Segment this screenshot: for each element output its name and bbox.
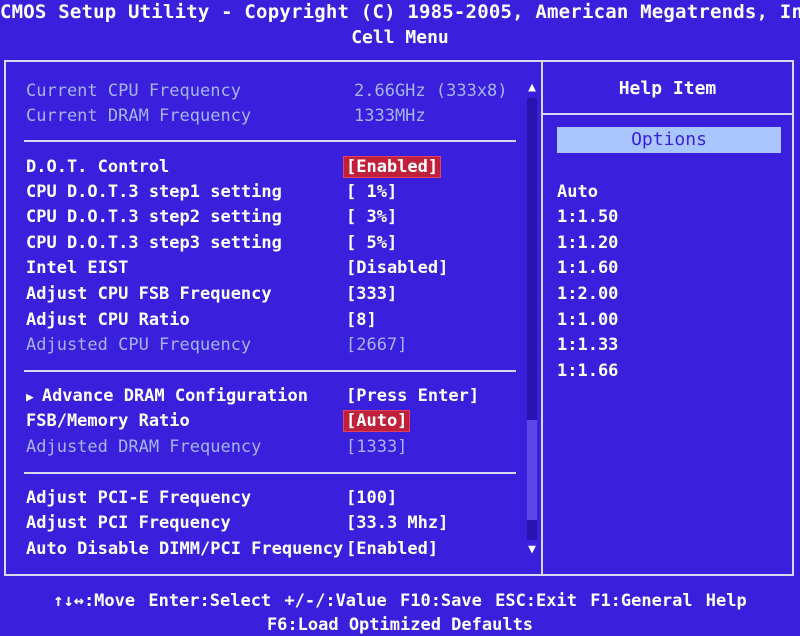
- value-cpu-fsb-frequency[interactable]: [333]: [346, 282, 397, 306]
- section-divider: [24, 472, 516, 474]
- value-adjusted-cpu-frequency: [2667]: [346, 335, 408, 355]
- value-dot3-step2[interactable]: [ 3%]: [346, 205, 397, 229]
- panel-divider: [541, 60, 543, 576]
- value-cpu-ratio[interactable]: [8]: [346, 308, 377, 332]
- setting-dot3-step3[interactable]: CPU D.O.T.3 step3 setting: [26, 231, 282, 255]
- option-item[interactable]: 1:2.00: [557, 282, 618, 306]
- current-dram-frequency-value: 1333MHz: [354, 106, 426, 126]
- value-intel-eist[interactable]: [Disabled]: [346, 256, 448, 280]
- option-item[interactable]: 1:1.50: [557, 205, 618, 229]
- setting-cpu-ratio[interactable]: Adjust CPU Ratio: [26, 308, 190, 332]
- option-item[interactable]: 1:1.66: [557, 359, 618, 383]
- help-divider: [543, 113, 792, 115]
- value-dot-control[interactable]: [Enabled]: [344, 155, 441, 179]
- fsb-memory-ratio-value-text[interactable]: [Auto]: [344, 411, 410, 431]
- value-adjusted-dram-frequency: [1333]: [346, 437, 408, 457]
- setting-cpu-fsb-frequency[interactable]: Adjust CPU FSB Frequency: [26, 282, 272, 306]
- value-pci-frequency[interactable]: [33.3 Mhz]: [346, 511, 448, 535]
- arrow-down-icon[interactable]: ▼: [524, 542, 540, 558]
- menu-title: Cell Menu: [351, 27, 449, 48]
- value-fsb-memory-ratio[interactable]: [Auto]: [344, 409, 410, 433]
- triangle-right-icon: ▶: [26, 390, 34, 405]
- option-item[interactable]: Auto: [557, 180, 598, 204]
- section-divider: [24, 370, 516, 372]
- help-item-title: Help Item: [618, 78, 717, 99]
- current-cpu-frequency-label: Current CPU Frequency: [26, 81, 241, 101]
- load-defaults-hint: F6:Load Optimized Defaults: [266, 615, 534, 635]
- setting-dot3-step1[interactable]: CPU D.O.T.3 step1 setting: [26, 180, 282, 204]
- key-help-bar: ↑↓↔:Move Enter:Select +/-/:Value F10:Sav…: [53, 591, 747, 611]
- setting-intel-eist[interactable]: Intel EIST: [26, 256, 128, 280]
- value-dot3-step1[interactable]: [ 1%]: [346, 180, 397, 204]
- scrollbar-thumb[interactable]: [527, 420, 537, 520]
- option-item[interactable]: 1:1.33: [557, 333, 618, 357]
- value-advance-dram-configuration[interactable]: [Press Enter]: [346, 384, 479, 408]
- option-item[interactable]: 1:1.20: [557, 231, 618, 255]
- option-item[interactable]: 1:1.60: [557, 256, 618, 280]
- arrow-up-icon[interactable]: ▲: [524, 80, 540, 96]
- current-dram-frequency-label: Current DRAM Frequency: [26, 106, 252, 126]
- setting-dot-control[interactable]: D.O.T. Control: [26, 155, 169, 179]
- setting-auto-disable-dimm-pci[interactable]: Auto Disable DIMM/PCI Frequency: [26, 537, 343, 561]
- option-item[interactable]: 1:1.00: [557, 308, 618, 332]
- value-dot3-step3[interactable]: [ 5%]: [346, 231, 397, 255]
- setting-adjusted-cpu-frequency: Adjusted CPU Frequency: [26, 335, 252, 355]
- setting-adjusted-dram-frequency: Adjusted DRAM Frequency: [26, 437, 262, 457]
- dot-control-value-text[interactable]: [Enabled]: [344, 157, 441, 177]
- setting-pcie-frequency[interactable]: Adjust PCI-E Frequency: [26, 486, 251, 510]
- options-header: Options: [557, 127, 781, 153]
- value-pcie-frequency[interactable]: [100]: [346, 486, 397, 510]
- setting-fsb-memory-ratio[interactable]: FSB/Memory Ratio: [26, 409, 190, 433]
- setting-dot3-step2[interactable]: CPU D.O.T.3 step2 setting: [26, 205, 282, 229]
- submenu-advance-dram-configuration[interactable]: ▶ Advance DRAM Configuration: [26, 384, 308, 410]
- section-divider: [24, 140, 516, 142]
- setting-pci-frequency[interactable]: Adjust PCI Frequency: [26, 511, 231, 535]
- value-auto-disable-dimm-pci[interactable]: [Enabled]: [346, 537, 438, 561]
- current-cpu-frequency-value: 2.66GHz (333x8): [354, 81, 508, 101]
- window-title: CMOS Setup Utility - Copyright (C) 1985-…: [0, 1, 800, 23]
- submenu-label: Advance DRAM Configuration: [41, 386, 308, 406]
